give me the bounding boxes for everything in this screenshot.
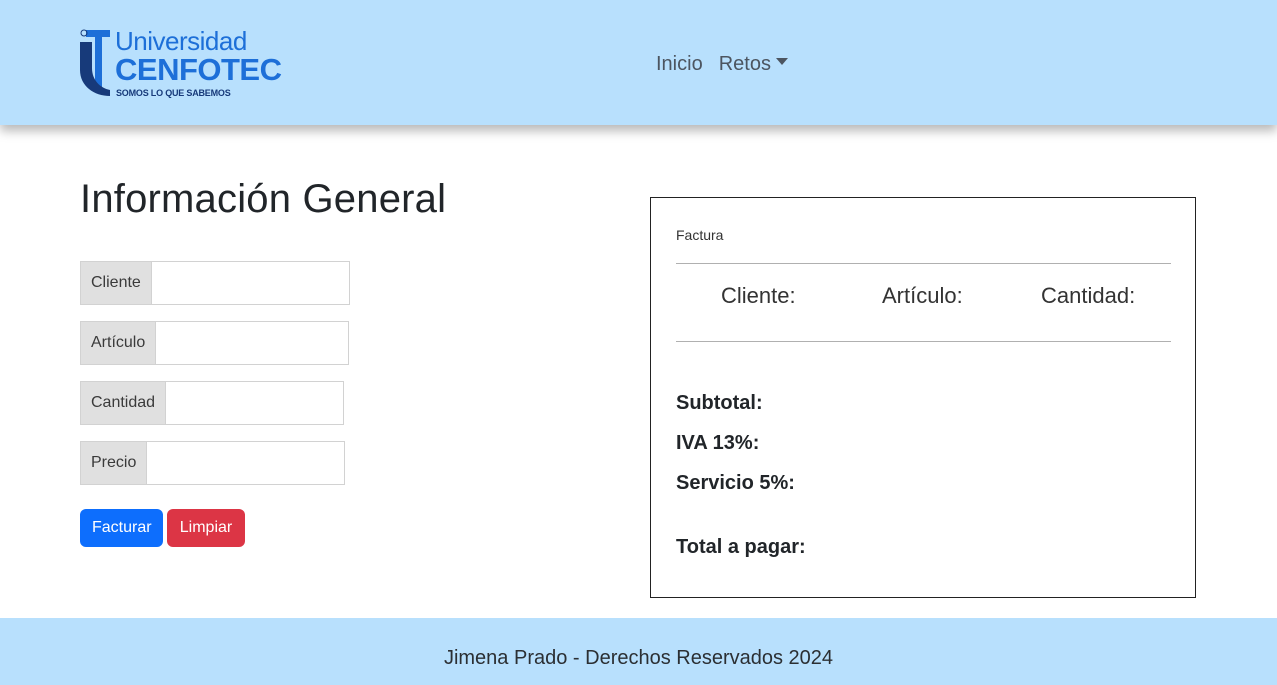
cantidad-label: Cantidad	[80, 381, 166, 425]
invoice-caption: Factura	[676, 227, 724, 243]
cliente-input[interactable]	[150, 261, 350, 305]
university-logo[interactable]: Universidad CENFOTEC SOMOS LO QUE SABEMO…	[80, 28, 282, 100]
cantidad-field-group: Cantidad	[80, 381, 345, 425]
footer: Jimena Prado - Derechos Reservados 2024	[0, 618, 1277, 685]
nav-dropdown-retos[interactable]: Retos	[719, 52, 788, 76]
navbar: Universidad CENFOTEC SOMOS LO QUE SABEMO…	[0, 0, 1277, 125]
invoice-panel: Factura Cliente: Artículo: Cantidad: Sub…	[650, 197, 1196, 598]
logo-tagline: SOMOS LO QUE SABEMOS	[116, 88, 231, 98]
cliente-field-group: Cliente	[80, 261, 350, 305]
precio-field-group: Precio	[80, 441, 346, 485]
invoice-col-cantidad: Cantidad:	[1041, 283, 1136, 308]
articulo-field-group: Artículo	[80, 321, 350, 365]
invoice-iva: IVA 13%:	[676, 432, 760, 454]
invoice-col-cliente: Cliente:	[721, 283, 796, 308]
invoice-divider-top	[676, 263, 1171, 264]
cantidad-input[interactable]	[165, 381, 345, 425]
invoice-servicio: Servicio 5%:	[676, 472, 795, 494]
precio-input[interactable]	[146, 441, 346, 485]
invoice-col-articulo: Artículo:	[882, 283, 963, 308]
articulo-label: Artículo	[80, 321, 156, 365]
main-nav: Inicio Retos	[656, 52, 788, 76]
page-title: Información General	[80, 177, 447, 221]
limpiar-button[interactable]: Limpiar	[167, 509, 245, 547]
caret-down-icon	[775, 58, 788, 66]
nav-dropdown-retos-label: Retos	[718, 53, 771, 75]
invoice-divider-bottom	[676, 341, 1171, 342]
footer-copyright: Jimena Prado - Derechos Reservados 2024	[443, 647, 834, 669]
articulo-input[interactable]	[155, 321, 350, 365]
invoice-total: Total a pagar:	[676, 536, 806, 558]
facturar-button[interactable]: Facturar	[80, 509, 163, 547]
nav-link-inicio[interactable]: Inicio	[656, 52, 703, 76]
logo-text-main: CENFOTEC	[115, 52, 282, 87]
logo-text-top: Universidad	[115, 26, 247, 56]
invoice-subtotal: Subtotal:	[676, 392, 763, 414]
cenfotec-logo-icon	[80, 29, 110, 96]
cliente-label: Cliente	[80, 261, 151, 305]
precio-label: Precio	[80, 441, 147, 485]
